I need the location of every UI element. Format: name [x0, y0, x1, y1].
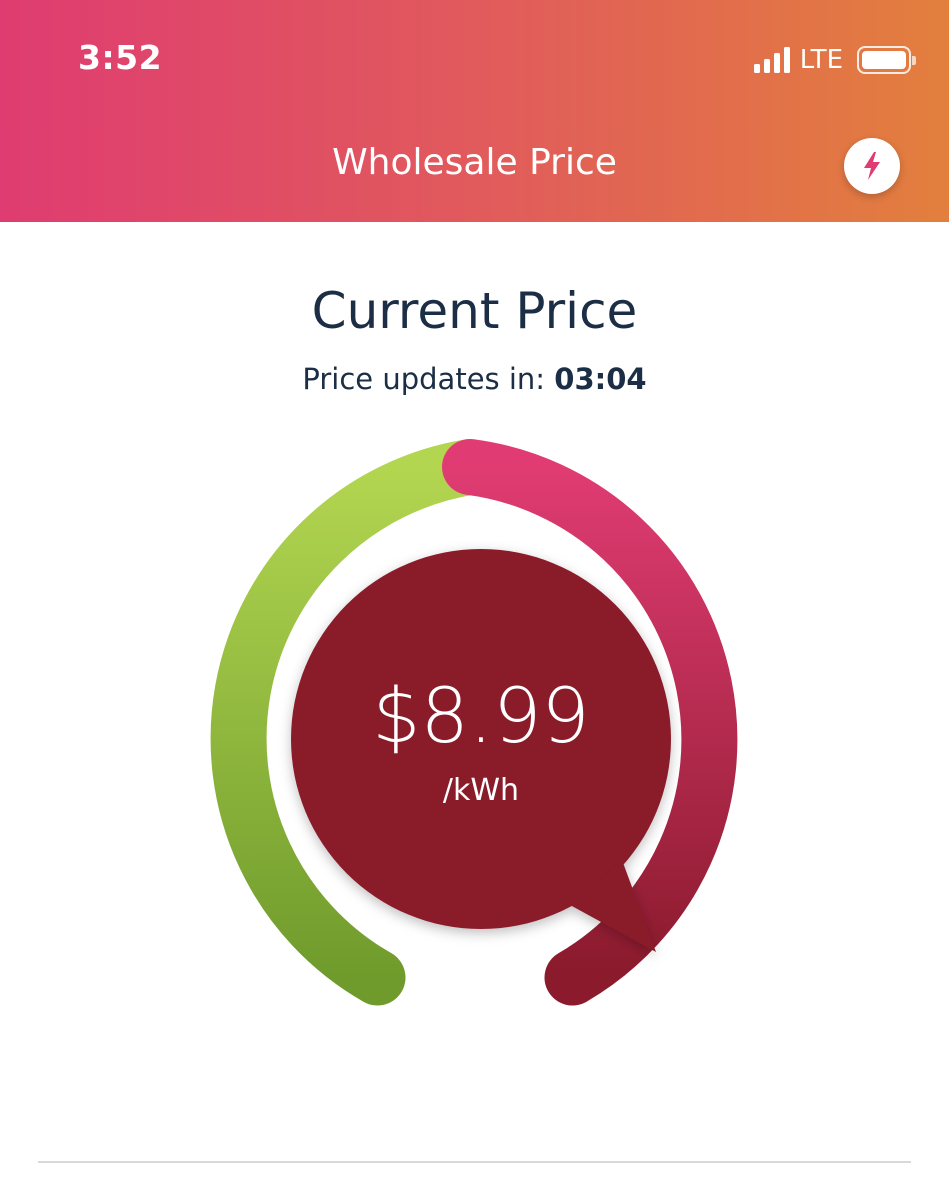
app-header: 3:52 LTE Wholesale Price: [0, 0, 949, 222]
signal-icon: [753, 47, 790, 73]
network-label: LTE: [799, 45, 843, 75]
lightning-bolt-icon: [864, 152, 880, 180]
price-update-countdown: Price updates in: 03:04: [0, 362, 949, 396]
page-title: Wholesale Price: [332, 142, 617, 183]
price-gauge: $8.99 /kWh: [170, 430, 790, 1040]
divider: [38, 1161, 911, 1163]
price-value: $8.99: [372, 671, 590, 760]
current-price-heading: Current Price: [311, 282, 638, 340]
countdown-value: 03:04: [554, 362, 647, 396]
battery-icon: [857, 46, 916, 74]
status-time: 3:52: [78, 38, 163, 77]
update-label: Price updates in:: [302, 362, 546, 396]
lightning-bolt-button[interactable]: [844, 138, 900, 194]
price-unit: /kWh: [443, 773, 519, 808]
status-indicators: LTE: [753, 42, 916, 78]
